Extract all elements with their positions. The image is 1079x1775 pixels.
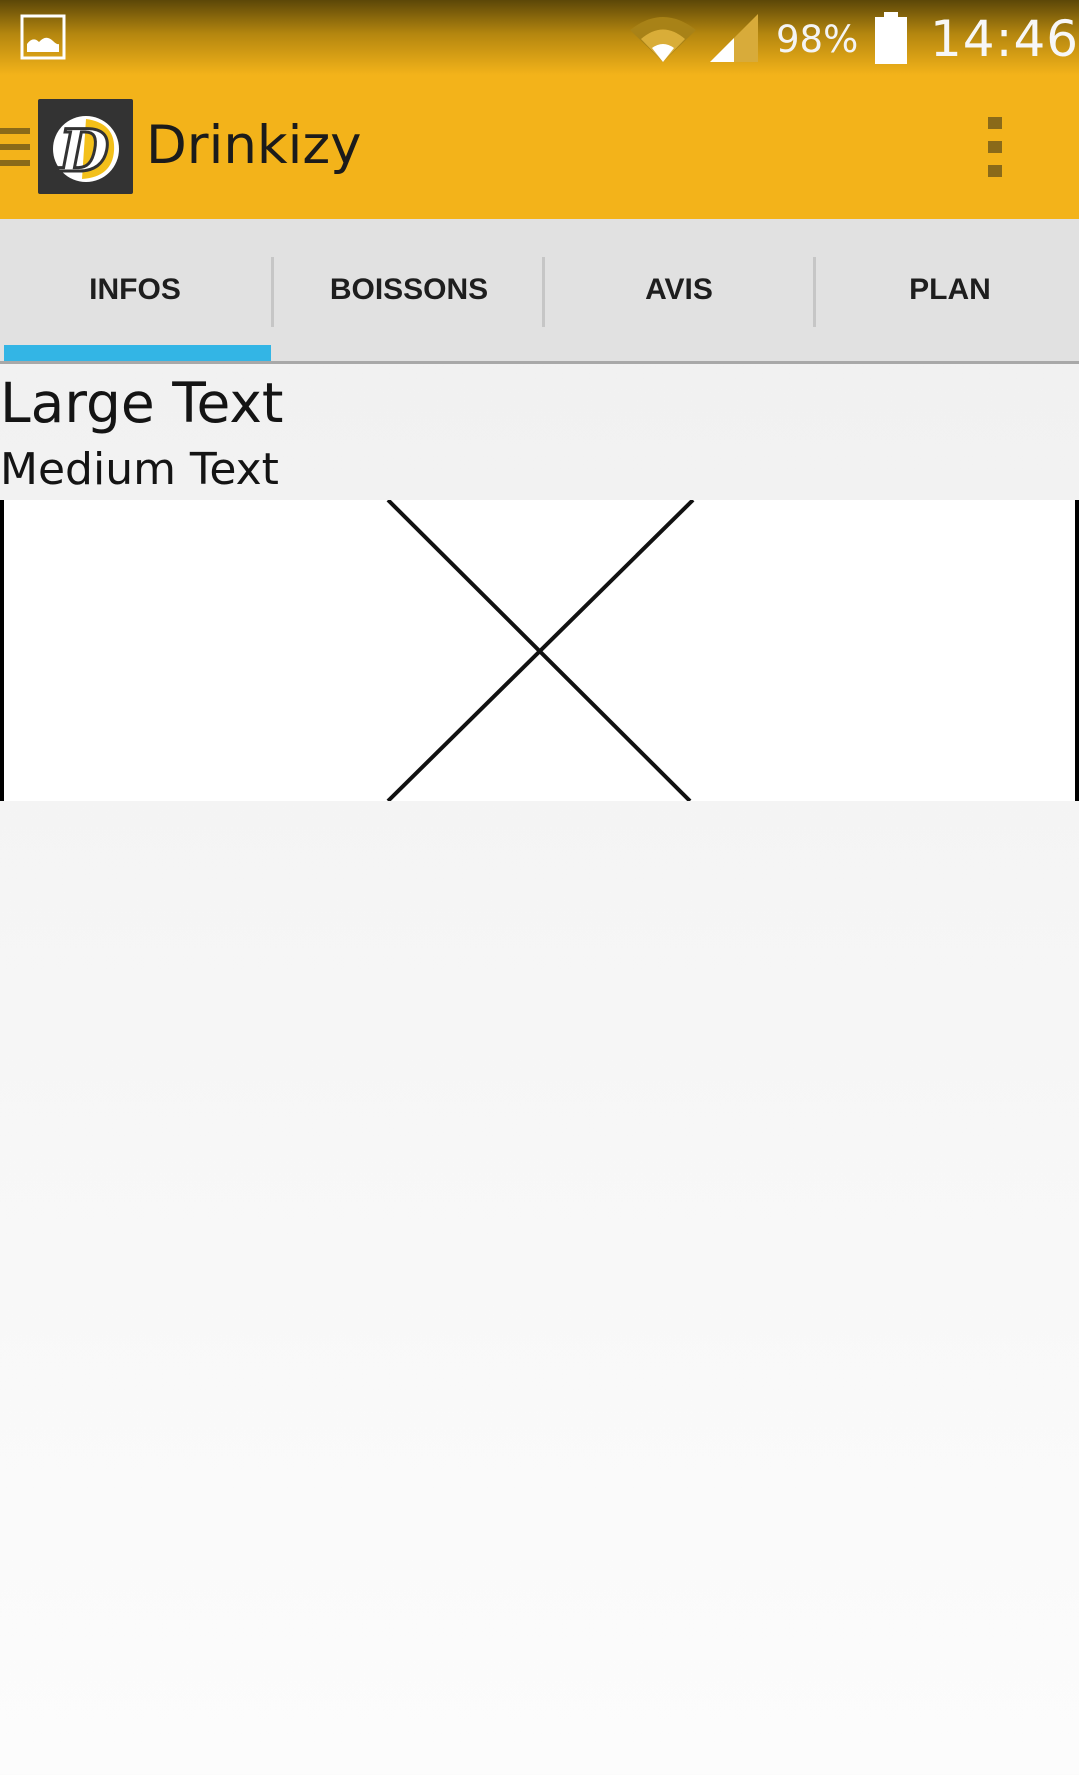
- status-time: 14:46: [930, 10, 1079, 68]
- tab-avis[interactable]: AVIS: [544, 219, 814, 361]
- overflow-menu-icon[interactable]: [984, 115, 1008, 179]
- medium-text: Medium Text: [0, 444, 279, 495]
- battery-icon: [875, 12, 907, 64]
- app-bar: D Drinkizy: [0, 75, 1079, 219]
- tab-boissons[interactable]: BOISSONS: [274, 219, 544, 361]
- image-placeholder: [0, 500, 1079, 801]
- tab-plan[interactable]: PLAN: [815, 219, 1079, 361]
- gallery-notification-icon: [20, 14, 66, 60]
- large-text: Large Text: [0, 371, 284, 435]
- battery-percentage: 98%: [776, 18, 859, 61]
- tab-bar: INFOS BOISSONS AVIS PLAN: [0, 219, 1079, 364]
- app-title: Drinkizy: [146, 115, 362, 176]
- svg-text:D: D: [57, 117, 109, 185]
- cell-signal-icon: [710, 14, 758, 62]
- selected-tab-indicator: [4, 345, 271, 361]
- wifi-icon: [630, 17, 696, 62]
- app-logo[interactable]: D: [38, 99, 133, 194]
- logo-d-icon: D: [53, 116, 119, 187]
- tab-infos[interactable]: INFOS: [0, 219, 270, 361]
- drawer-icon[interactable]: [0, 128, 32, 168]
- tab-label: AVIS: [645, 273, 713, 306]
- broken-image-x-icon: [0, 500, 1079, 801]
- tab-label: BOISSONS: [329, 273, 489, 306]
- status-bar: 98% 14:46: [0, 0, 1079, 75]
- tab-label: PLAN: [909, 273, 991, 306]
- tab-label: INFOS: [89, 273, 181, 306]
